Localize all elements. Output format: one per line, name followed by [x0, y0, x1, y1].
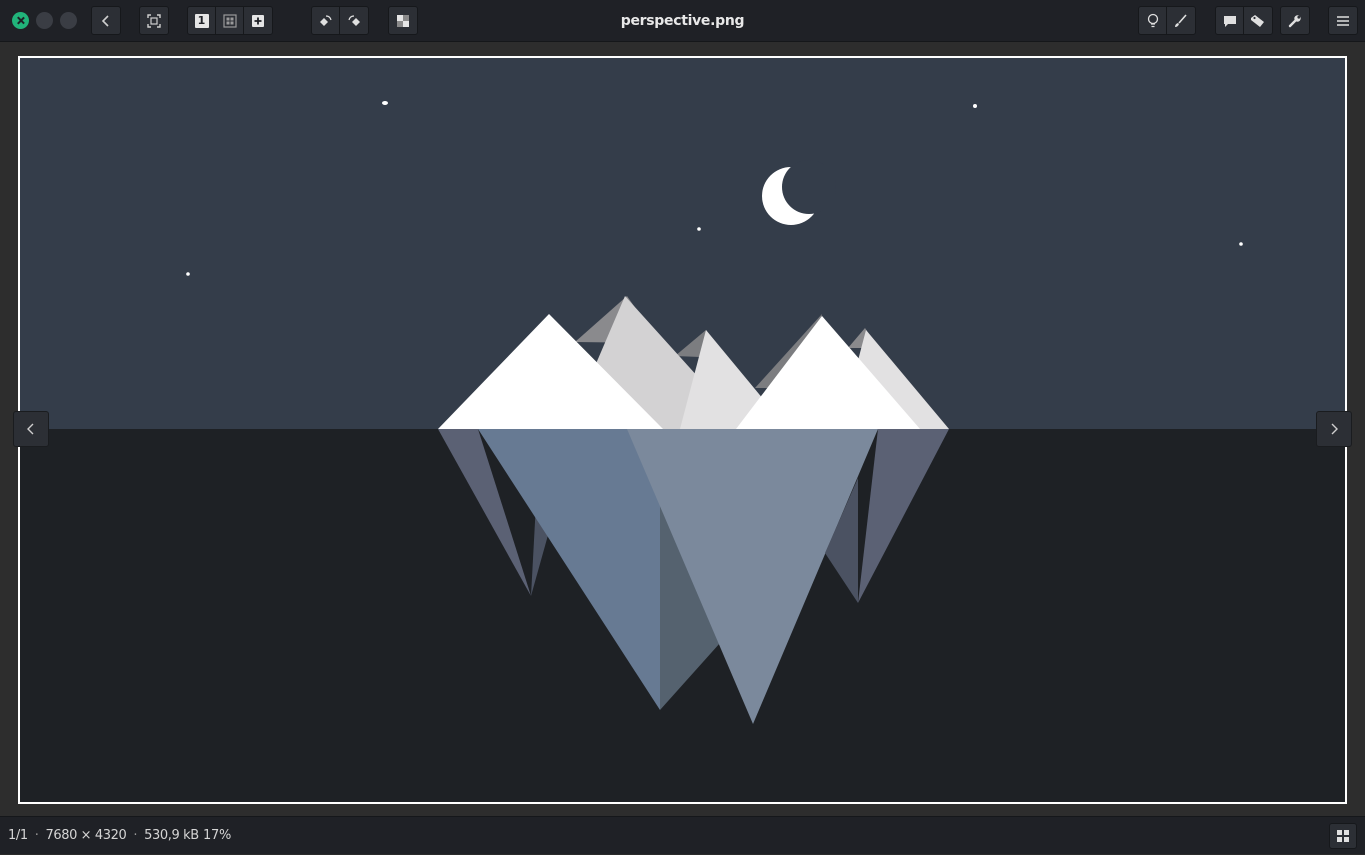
maximize-window-button[interactable]: [60, 12, 77, 29]
rotate-right-button[interactable]: [340, 7, 368, 34]
back-button[interactable]: [91, 6, 121, 35]
gallery-view-button[interactable]: [216, 7, 244, 34]
image-viewer[interactable]: [0, 42, 1365, 816]
tools-button[interactable]: [1280, 6, 1310, 35]
image-canvas[interactable]: [18, 56, 1347, 804]
separator: ·: [133, 828, 138, 843]
lightbulb-icon: [1147, 13, 1158, 27]
image-info: 1/1 · 7680 × 4320 · 530,9 kB: [8, 817, 199, 855]
annotate-group: [1215, 6, 1273, 35]
star: [186, 272, 190, 276]
comment-button[interactable]: [1216, 7, 1244, 34]
star: [973, 104, 977, 108]
lightbulb-button[interactable]: [1139, 7, 1167, 34]
menu-button[interactable]: [1328, 6, 1358, 35]
next-image-button[interactable]: [1316, 411, 1352, 447]
tag-icon: [1251, 14, 1264, 27]
close-window-button[interactable]: [12, 12, 29, 29]
rotate-right-icon: [348, 14, 360, 26]
chevron-left-icon: [101, 14, 109, 27]
checkerboard-icon: [397, 14, 409, 27]
gallery-icon: [1337, 830, 1349, 842]
transparency-button[interactable]: [388, 6, 418, 35]
rotate-left-icon: [319, 14, 332, 26]
fit-icon: [147, 13, 161, 28]
grid-view-icon: [222, 13, 237, 28]
edit-button[interactable]: [1167, 7, 1195, 34]
comment-icon: [1223, 15, 1236, 27]
add-button[interactable]: [244, 7, 272, 34]
image-position: 1/1: [8, 828, 28, 843]
previous-image-button[interactable]: [13, 411, 49, 447]
header-bar: 1 perspective.png: [0, 0, 1365, 42]
chevron-right-icon: [1331, 423, 1338, 435]
tag-button[interactable]: [1244, 7, 1272, 34]
chevron-left-icon: [27, 423, 34, 435]
wrench-icon: [1288, 14, 1301, 27]
rotate-left-button[interactable]: [312, 7, 340, 34]
file-size: 530,9 kB: [144, 828, 199, 843]
star: [382, 101, 388, 105]
star: [697, 227, 701, 231]
adjust-group: [1138, 6, 1196, 35]
fit-to-window-button[interactable]: [139, 6, 169, 35]
status-bar: 1/1 · 7680 × 4320 · 530,9 kB 17%: [0, 816, 1365, 854]
star: [1239, 242, 1243, 246]
single-view-icon: 1: [194, 13, 209, 28]
gallery-button[interactable]: [1329, 823, 1357, 849]
minimize-window-button[interactable]: [36, 12, 53, 29]
separator: ·: [34, 828, 39, 843]
hamburger-icon: [1337, 15, 1349, 26]
iceberg-illustration: [20, 58, 1345, 802]
plus-icon: [252, 14, 264, 27]
image-dimensions: 7680 × 4320: [45, 828, 127, 843]
single-view-button[interactable]: 1: [188, 7, 216, 34]
zoom-level[interactable]: 17%: [203, 817, 231, 855]
brush-icon: [1175, 13, 1187, 27]
view-mode-group: 1: [187, 6, 273, 35]
rotate-group: [311, 6, 369, 35]
